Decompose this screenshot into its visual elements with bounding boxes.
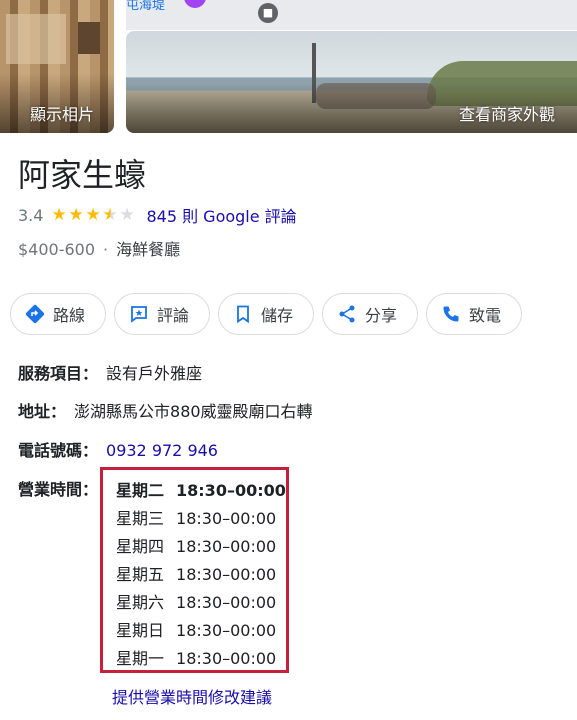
hours-row-item: 星期六 18:30–00:00 xyxy=(116,589,276,613)
phone-link[interactable]: 0932 972 946 xyxy=(106,441,218,460)
reviews-link[interactable]: 845 則 Google 評論 xyxy=(146,203,296,227)
business-name: 阿家生蠔 xyxy=(18,156,147,194)
map-place-label: 屯海堤 xyxy=(126,0,166,13)
directions-button[interactable]: 路線 xyxy=(10,293,106,335)
share-button[interactable]: 分享 xyxy=(322,293,418,335)
phone-icon xyxy=(441,304,461,324)
services-row: 服務項目： 設有戶外雅座 xyxy=(18,360,202,384)
lock-icon: ■ xyxy=(258,3,278,23)
hours-label: 營業時間： xyxy=(18,480,99,499)
hours-day: 星期一 xyxy=(116,649,165,668)
hours-time: 18:30–00:00 xyxy=(176,565,277,584)
hours-row-item: 星期三 18:30–00:00 xyxy=(116,505,276,529)
hours-time: 18:30–00:00 xyxy=(176,593,277,612)
call-button[interactable]: 致電 xyxy=(426,293,522,335)
directions-label: 路線 xyxy=(53,306,86,325)
map-thumbnail[interactable]: 屯海堤 ■ xyxy=(126,0,577,30)
star-full-icon: ★ xyxy=(68,204,84,225)
meta-separator: · xyxy=(103,240,109,259)
rating-row: 3.4 ★ ★ ★ ★ ★ 845 則 Google 評論 xyxy=(18,203,297,227)
star-full-icon: ★ xyxy=(51,204,67,225)
show-photos-label[interactable]: 顯示相片 xyxy=(30,101,94,125)
business-category: 海鮮餐廳 xyxy=(116,240,181,259)
hours-day: 星期五 xyxy=(116,565,165,584)
save-label: 儲存 xyxy=(261,306,294,325)
review-label: 評論 xyxy=(157,306,190,325)
share-icon xyxy=(337,304,357,324)
star-half-icon: ★ xyxy=(102,204,118,225)
bookmark-icon xyxy=(233,304,253,324)
hours-time: 18:30–00:00 xyxy=(176,621,277,640)
address-label: 地址： xyxy=(18,402,67,421)
hours-row-item: 星期日 18:30–00:00 xyxy=(116,617,276,641)
hours-day: 星期日 xyxy=(116,621,165,640)
share-label: 分享 xyxy=(365,306,398,325)
map-pin-icon xyxy=(184,0,206,8)
call-label: 致電 xyxy=(469,306,502,325)
address-value: 澎湖縣馬公市880威靈殿廟口右轉 xyxy=(74,402,313,421)
services-value: 設有戶外雅座 xyxy=(106,364,203,383)
hours-row-item: 星期一 18:30–00:00 xyxy=(116,645,276,669)
hours-time: 18:30–00:00 xyxy=(176,481,286,500)
photo-strip: 屯海堤 ■ 顯示相片 查看商家外觀 xyxy=(0,0,577,133)
photo-decoration xyxy=(6,14,66,64)
phone-row: 電話號碼： 0932 972 946 xyxy=(18,437,218,461)
phone-label: 電話號碼： xyxy=(18,441,99,460)
hours-day: 星期四 xyxy=(116,537,165,556)
hours-time: 18:30–00:00 xyxy=(176,649,277,668)
meta-row: $400-600 · 海鮮餐廳 xyxy=(18,236,180,260)
review-button[interactable]: 評論 xyxy=(114,293,210,335)
hours-day: 星期三 xyxy=(116,509,165,528)
hours-row-item: 星期五 18:30–00:00 xyxy=(116,561,276,585)
hours-time: 18:30–00:00 xyxy=(176,509,277,528)
star-empty-icon: ★ xyxy=(119,204,135,225)
view-exterior-label[interactable]: 查看商家外觀 xyxy=(459,101,555,125)
hours-row-today: 星期二 18:30–00:00 xyxy=(116,477,286,501)
directions-icon xyxy=(25,304,45,324)
rating-stars: ★ ★ ★ ★ ★ xyxy=(51,204,136,225)
hours-day: 星期六 xyxy=(116,593,165,612)
hours-row-item: 星期四 18:30–00:00 xyxy=(116,533,276,557)
services-label: 服務項目： xyxy=(18,364,99,383)
hours-day: 星期二 xyxy=(116,481,165,500)
star-full-icon: ★ xyxy=(85,204,101,225)
photo-decoration xyxy=(78,22,100,54)
hours-table[interactable]: 星期二 18:30–00:00 星期三 18:30–00:00 星期四 18:30–0… xyxy=(100,467,289,673)
hours-row: 營業時間： xyxy=(18,476,98,500)
action-buttons: 路線 評論 儲存 分享 致電 xyxy=(10,293,522,335)
hours-time: 18:30–00:00 xyxy=(176,537,277,556)
price-range: $400-600 xyxy=(18,240,96,259)
review-icon xyxy=(129,304,149,324)
address-row: 地址： 澎湖縣馬公市880威靈殿廟口右轉 xyxy=(18,398,313,422)
rating-value: 3.4 xyxy=(18,205,44,225)
suggest-hours-edit-link[interactable]: 提供營業時間修改建議 xyxy=(112,684,272,708)
save-button[interactable]: 儲存 xyxy=(218,293,314,335)
